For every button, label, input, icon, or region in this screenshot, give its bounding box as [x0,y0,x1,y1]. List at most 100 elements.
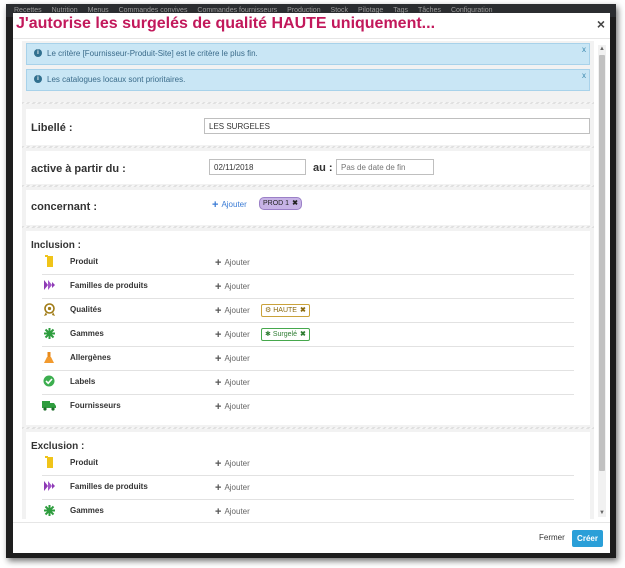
familles-icon [42,279,56,293]
row-label: Produit [70,257,98,266]
modal-close-icon[interactable]: × [597,16,605,32]
plus-icon: + [215,305,222,317]
row-label: Familles de produits [70,281,148,290]
section-divider [22,226,594,228]
quality-icon: ⚙ [265,307,272,314]
modal-scrollbar[interactable]: ▲ ▼ [598,45,606,517]
section-divider [22,427,594,429]
row-label: Labels [70,377,96,386]
start-date-input[interactable] [209,159,306,175]
add-label: Ajouter [224,258,250,267]
exclusion-row-gammes: Gammes + Ajouter [42,500,574,519]
create-button[interactable]: Créer [572,530,603,547]
remove-tag-icon[interactable]: ✖ [300,307,306,314]
inclusion-row-qualites: Qualités + Ajouter ⚙ HAUTE ✖ [42,299,574,323]
inclusion-row-fournisseurs: Fournisseurs + Ajouter [42,395,574,418]
gamme-tag-surgele: ✱ Surgelé ✖ [261,328,310,341]
inclusion-row-labels: Labels + Ajouter [42,371,574,395]
add-produit-button[interactable]: + Ajouter [215,257,250,269]
alert-close-icon[interactable]: x [582,45,586,54]
scroll-down-icon[interactable]: ▼ [598,509,606,517]
row-label: Produit [70,458,98,467]
exclusion-section: Exclusion : Produit + Ajouter Familles de… [26,432,590,519]
section-divider [22,102,594,104]
familles-icon [42,480,56,494]
qualites-icon [42,303,56,317]
add-gammes-button[interactable]: + Ajouter [215,329,250,341]
row-label: Qualités [70,305,102,314]
active-date-label: active à partir du : [31,163,126,175]
add-label: Ajouter [224,378,250,387]
close-button[interactable]: Fermer [539,533,565,542]
add-label: Ajouter [224,402,250,411]
scroll-up-icon[interactable]: ▲ [598,45,606,53]
labels-icon [42,375,56,389]
snowflake-icon: ✱ [265,331,271,338]
concernant-tag-prod1: PROD 1 ✖ [259,197,302,210]
allergenes-icon [42,351,56,365]
add-fournisseurs-button[interactable]: + Ajouter [215,401,250,413]
modal-dialog: J'autorise les surgelés de qualité HAUTE… [13,13,610,553]
plus-icon: + [215,329,222,341]
inclusion-row-gammes: Gammes + Ajouter ✱ Surgelé ✖ [42,323,574,347]
inclusion-row-produit: Produit + Ajouter [42,251,574,275]
row-label: Gammes [70,329,104,338]
modal-header: J'autorise les surgelés de qualité HAUTE… [13,13,610,39]
plus-icon: + [215,506,222,518]
exclude-familles-button[interactable]: + Ajouter [215,482,250,494]
add-label: Ajouter [224,459,250,468]
libelle-section: Libellé : [26,109,590,145]
add-label: Ajouter [224,507,250,516]
produit-icon [42,255,56,269]
inclusion-row-allergenes: Allergènes + Ajouter [42,347,574,371]
alert-close-icon[interactable]: x [582,71,586,80]
section-divider [22,146,594,148]
tag-label: HAUTE [273,307,297,314]
info-alert-catalogues: i Les catalogues locaux sont prioritaire… [26,69,590,91]
row-label: Fournisseurs [70,401,121,410]
inclusion-row-familles: Familles de produits + Ajouter [42,275,574,299]
active-date-section: active à partir du : au : [26,151,590,184]
remove-tag-icon[interactable]: ✖ [300,331,306,338]
modal-body: i Le critère [Fournisseur-Produit-Site] … [22,41,594,519]
fournisseurs-icon [42,399,56,413]
app-window: Recettes Nutrition Menus Commandes convi… [6,4,616,558]
exclusion-row-familles: Familles de produits + Ajouter [42,476,574,500]
tag-label: PROD 1 [263,200,290,207]
alert-text: Les catalogues locaux sont prioritaires. [47,75,186,84]
row-label: Gammes [70,506,104,515]
plus-icon: + [215,281,222,293]
add-familles-button[interactable]: + Ajouter [215,281,250,293]
remove-tag-icon[interactable]: ✖ [292,200,298,207]
info-alert-criteria: i Le critère [Fournisseur-Produit-Site] … [26,43,590,65]
alert-text: Le critère [Fournisseur-Produit-Site] es… [47,49,258,58]
add-label: Ajouter [224,483,250,492]
add-labels-button[interactable]: + Ajouter [215,377,250,389]
concernant-add-button[interactable]: + Ajouter [212,199,247,211]
exclusion-title: Exclusion : [31,441,85,452]
inclusion-section: Inclusion : Produit + Ajouter Familles de… [26,231,590,425]
add-label: Ajouter [221,200,247,209]
tag-label: Surgelé [272,331,297,338]
concernant-label: concernant : [31,201,98,213]
plus-icon: + [215,353,222,365]
scrollbar-thumb[interactable] [599,55,605,471]
plus-icon: + [215,482,222,494]
add-allergenes-button[interactable]: + Ajouter [215,353,250,365]
end-date-input[interactable] [336,159,434,175]
plus-icon: + [215,257,222,269]
plus-icon: + [212,199,219,211]
modal-title: J'autorise les surgelés de qualité HAUTE… [16,15,436,32]
exclude-gammes-button[interactable]: + Ajouter [215,506,250,518]
produit-icon [42,456,56,470]
add-label: Ajouter [224,330,250,339]
libelle-input[interactable] [204,118,590,134]
add-label: Ajouter [224,282,250,291]
add-label: Ajouter [224,354,250,363]
plus-icon: + [215,401,222,413]
add-qualites-button[interactable]: + Ajouter [215,305,250,317]
gammes-icon [42,327,56,341]
au-label: au : [313,162,333,174]
exclusion-row-produit: Produit + Ajouter [42,452,574,476]
exclude-produit-button[interactable]: + Ajouter [215,458,250,470]
